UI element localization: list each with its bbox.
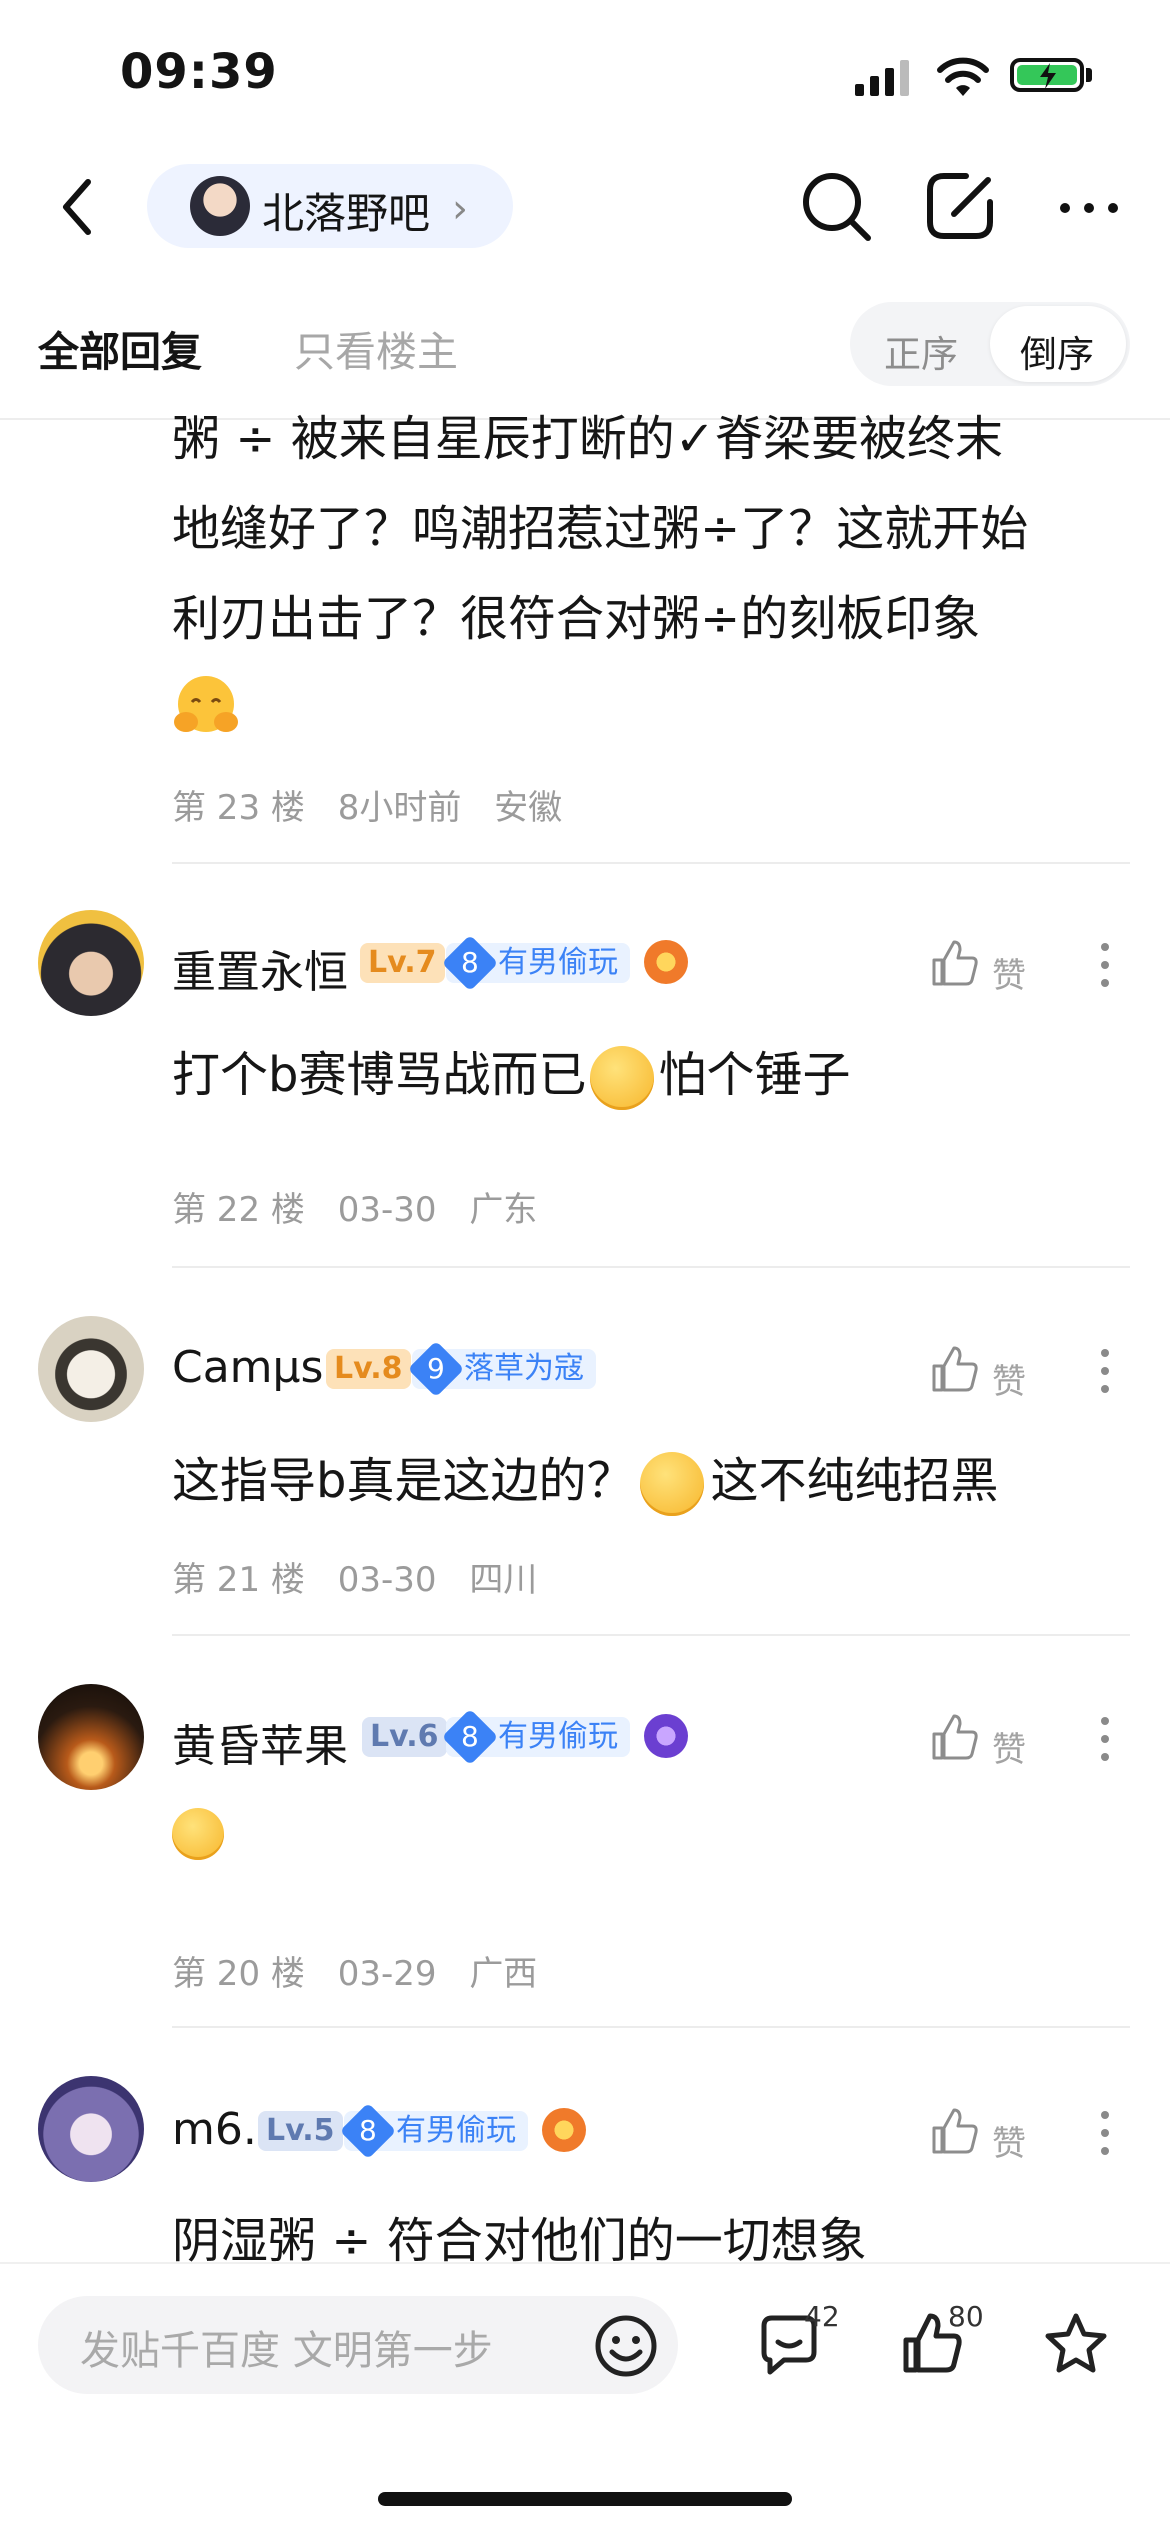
username[interactable]: 黄昏苹果	[172, 1710, 348, 1774]
home-indicator	[378, 2492, 792, 2506]
share-icon[interactable]	[922, 168, 998, 248]
compose-placeholder: 发贴千百度 文明第一步	[80, 2328, 493, 2374]
emoji-icon[interactable]	[594, 2314, 658, 2382]
more-vertical-icon[interactable]	[1100, 1716, 1110, 1766]
avatar[interactable]	[38, 1316, 144, 1422]
thumbs-up-icon[interactable]	[930, 2106, 980, 2160]
username[interactable]: 重置永恒	[172, 936, 348, 1000]
post-location: 广西	[469, 1954, 538, 1994]
username[interactable]: m6.	[172, 2104, 257, 2155]
level-badge: Lv.5	[258, 2111, 343, 2151]
more-vertical-icon[interactable]	[1100, 2110, 1110, 2160]
forum-name: 北落野吧	[262, 189, 431, 238]
thumbs-up-icon[interactable]	[930, 1344, 980, 1398]
username[interactable]: Camμs	[172, 1342, 323, 1393]
divider	[172, 2026, 1130, 2028]
post-time: 8小时前	[337, 788, 462, 828]
level-badge: Lv.8	[326, 1349, 411, 1389]
back-button[interactable]	[50, 172, 110, 242]
more-vertical-icon[interactable]	[1100, 1348, 1110, 1398]
floor-number: 第 20 楼	[172, 1954, 305, 1994]
divider	[172, 862, 1130, 864]
game-badge-icon	[542, 2108, 586, 2152]
more-icon[interactable]	[1058, 200, 1120, 214]
order-asc-button[interactable]: 正序	[884, 324, 958, 378]
like-count: 80	[948, 2300, 984, 2333]
post-time: 03-30	[337, 1560, 437, 1600]
post-content: 粥 ÷ 被来自星辰打断的✓脊梁要被终末 地缝好了？鸣潮招惹过粥÷了？这就开始 利…	[172, 411, 1029, 647]
post-location: 广东	[469, 1190, 538, 1230]
wifi-icon	[936, 56, 990, 102]
smile-emoji	[172, 1808, 224, 1860]
thinking-emoji	[640, 1452, 705, 1516]
more-vertical-icon[interactable]	[1100, 942, 1110, 992]
level-badge: Lv.6	[362, 1717, 447, 1757]
chevron-right-icon: ›	[452, 186, 468, 232]
avatar[interactable]	[38, 1684, 144, 1790]
avatar[interactable]	[38, 910, 144, 1016]
order-desc-button[interactable]: 倒序	[1020, 324, 1094, 378]
divider	[172, 1634, 1130, 1636]
post-content: 这指导b真是这边的？ 这不纯纯招黑	[172, 1436, 999, 1526]
rank-badge-icon	[644, 1714, 688, 1758]
post-meta: 第 22 楼 03-30 广东	[172, 1182, 537, 1231]
like-label[interactable]: 赞	[992, 1722, 1026, 1771]
game-badge-icon	[644, 940, 688, 984]
floor-number: 第 22 楼	[172, 1190, 305, 1230]
post-meta: 第 23 楼 8小时前 安徽	[172, 780, 562, 829]
like-label[interactable]: 赞	[992, 1354, 1026, 1403]
battery-icon	[1010, 58, 1084, 92]
status-time: 09:39	[120, 44, 278, 100]
tab-all-replies[interactable]: 全部回复	[38, 318, 202, 378]
forum-avatar	[190, 176, 250, 236]
floor-number: 第 23 楼	[172, 788, 305, 828]
post-meta: 第 21 楼 03-30 四川	[172, 1552, 537, 1601]
like-label[interactable]: 赞	[992, 2116, 1026, 2165]
level-badge: Lv.7	[360, 943, 445, 983]
hug-emoji	[172, 672, 240, 738]
post-time: 03-30	[337, 1190, 437, 1230]
star-icon[interactable]	[1042, 2310, 1110, 2382]
like-label[interactable]: 赞	[992, 948, 1026, 997]
tab-op-only[interactable]: 只看楼主	[294, 318, 458, 378]
post-time: 03-29	[337, 1954, 437, 1994]
cellular-signal-icon	[855, 60, 911, 96]
floor-number: 第 21 楼	[172, 1560, 305, 1600]
post-meta: 第 20 楼 03-29 广西	[172, 1946, 537, 1995]
thumbs-up-icon[interactable]	[930, 938, 980, 992]
smile-emoji	[590, 1046, 655, 1110]
search-icon[interactable]	[800, 170, 874, 248]
post-location: 安徽	[494, 788, 563, 828]
comment-count: 42	[804, 2300, 840, 2333]
thumbs-up-icon[interactable]	[930, 1712, 980, 1766]
post-location: 四川	[469, 1560, 538, 1600]
post-content: 打个b赛博骂战而已 怕个锤子	[172, 1030, 851, 1120]
divider	[172, 1266, 1130, 1268]
avatar[interactable]	[38, 2076, 144, 2182]
